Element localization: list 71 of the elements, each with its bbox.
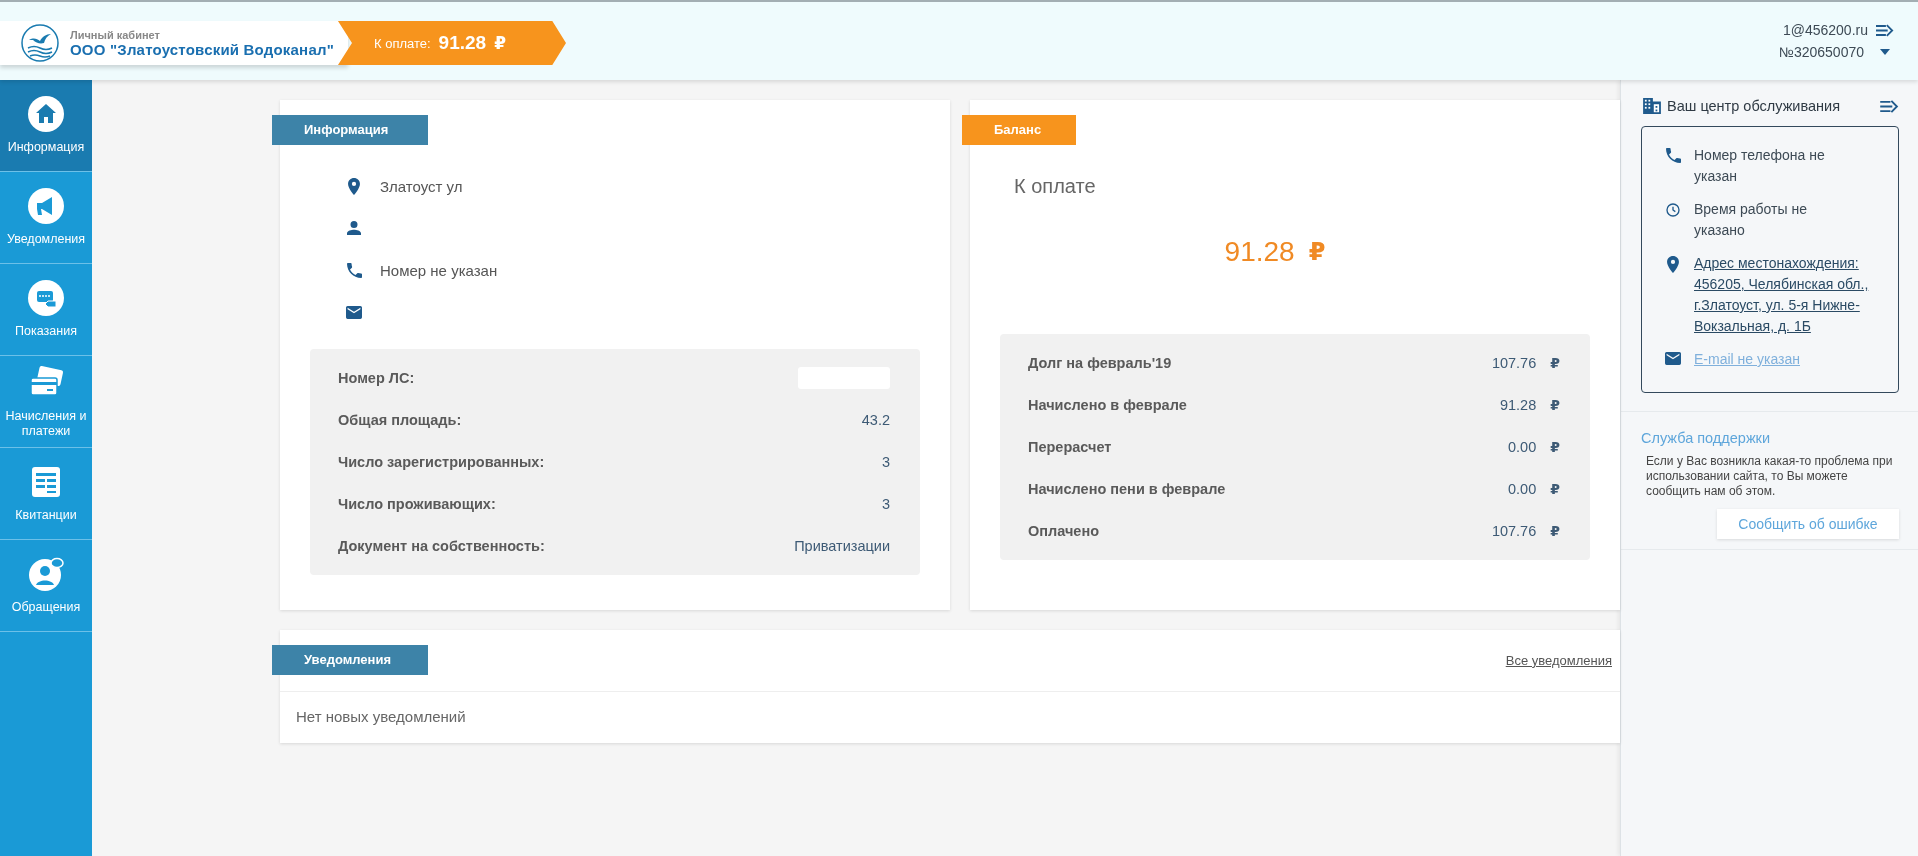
company-name: ООО "Златоустовский Водоканал"	[70, 40, 334, 58]
contact-text: Златоуст ул	[380, 177, 463, 195]
phone-icon	[1665, 148, 1681, 163]
detail-label: Общая площадь:	[338, 412, 462, 428]
detail-value: 3	[881, 454, 890, 470]
account-number: №320650070	[1778, 44, 1864, 60]
currency-sign: ₽	[1550, 523, 1560, 539]
dropdown-caret-icon[interactable]	[1880, 49, 1890, 55]
detail-label: Номер ЛС:	[338, 370, 415, 386]
collapse-panel-icon[interactable]	[1880, 99, 1899, 113]
currency-sign: ₽	[1550, 439, 1560, 455]
currency-sign: ₽	[1550, 481, 1560, 497]
detail-value: Приватизации	[794, 538, 890, 554]
currency-sign: ₽	[1550, 355, 1560, 371]
location-pin-icon	[1667, 256, 1679, 273]
amount-due-label: К оплате:	[373, 35, 431, 51]
home-icon	[28, 96, 64, 132]
report-error-button[interactable]: Сообщить об ошибке	[1717, 509, 1899, 539]
balance-label: Оплачено	[1028, 523, 1100, 539]
balance-value: 0.00	[1508, 439, 1537, 455]
balance-label: Начислено в феврале	[1028, 397, 1187, 413]
balance-value: 0.00	[1508, 481, 1537, 497]
sidebar-item[interactable]: Показания	[0, 264, 92, 356]
detail-value: 3	[881, 496, 890, 512]
amount-due-value: 91.28	[438, 32, 487, 54]
person-icon	[347, 221, 361, 235]
person-chat-icon	[28, 556, 64, 592]
service-center-link[interactable]: E-mail не указан	[1694, 349, 1800, 370]
amount-due-label: К оплате	[1013, 174, 1097, 198]
balance-label: Начислено пени в феврале	[1028, 481, 1226, 497]
detail-value: 43.2	[861, 412, 890, 428]
account-email: 1@456200.ru	[1782, 22, 1868, 38]
detail-label: Документ на собственность:	[338, 538, 545, 554]
cabinet-subtitle: Личный кабинет	[70, 28, 161, 41]
sidebar-item[interactable]: Начисления и платежи	[0, 356, 92, 448]
location-pin-icon	[348, 177, 360, 195]
sidebar-item[interactable]: Квитанции	[0, 448, 92, 540]
balance-label: Долг на февраль'19	[1028, 355, 1172, 371]
balance-value: 107.76	[1491, 355, 1537, 371]
support-title: Служба поддержки	[1641, 430, 1772, 446]
currency-sign: ₽	[1550, 397, 1560, 413]
logout-icon[interactable]	[1876, 23, 1894, 37]
sidebar-item[interactable]: Информация	[0, 80, 92, 172]
service-center-text: Номер телефона не указан	[1694, 146, 1826, 186]
empty-notifications-text: Нет новых уведомлений	[295, 707, 467, 727]
detail-label: Число проживающих:	[338, 496, 496, 512]
service-center-text: Время работы не указано	[1694, 200, 1808, 240]
support-text: Если у Вас возникла какая-то проблема при использовании сайта, то Вы можете сообщить нам об этом.	[1646, 454, 1894, 499]
service-center-title: Ваш центр обслуживания	[1667, 98, 1841, 114]
phone-icon	[346, 262, 362, 278]
sidebar-item[interactable]: Уведомления	[0, 172, 92, 264]
service-center-link[interactable]: Адрес местонахождения: 456205, Челябинская обл., г.Златоуст, ул. 5-я Нижне-Вокзальная, д. 1Б	[1694, 253, 1884, 337]
envelope-icon	[1665, 352, 1681, 365]
currency-sign: ₽	[494, 32, 506, 54]
all-notifications-link[interactable]: Все уведомления	[1505, 652, 1612, 668]
building-icon	[1643, 98, 1661, 114]
balance-label: Перерасчет	[1028, 439, 1112, 455]
envelope-icon	[346, 305, 362, 319]
section-tag: Уведомления	[272, 645, 428, 675]
meter-reading-icon	[28, 280, 64, 316]
clock-icon	[1665, 202, 1681, 218]
balance-value: 107.76	[1491, 523, 1537, 539]
currency-sign: ₽	[1308, 237, 1326, 267]
megaphone-icon	[28, 188, 64, 224]
contact-text: Номер не указан	[380, 261, 498, 279]
section-tag: Баланс	[962, 115, 1076, 145]
section-tag: Информация	[272, 115, 428, 145]
sidebar-item[interactable]: Обращения	[0, 540, 92, 632]
balance-value: 91.28	[1499, 397, 1537, 413]
amount-due-value: 91.28	[1224, 236, 1295, 269]
detail-label: Число зарегистрированных:	[338, 454, 545, 470]
